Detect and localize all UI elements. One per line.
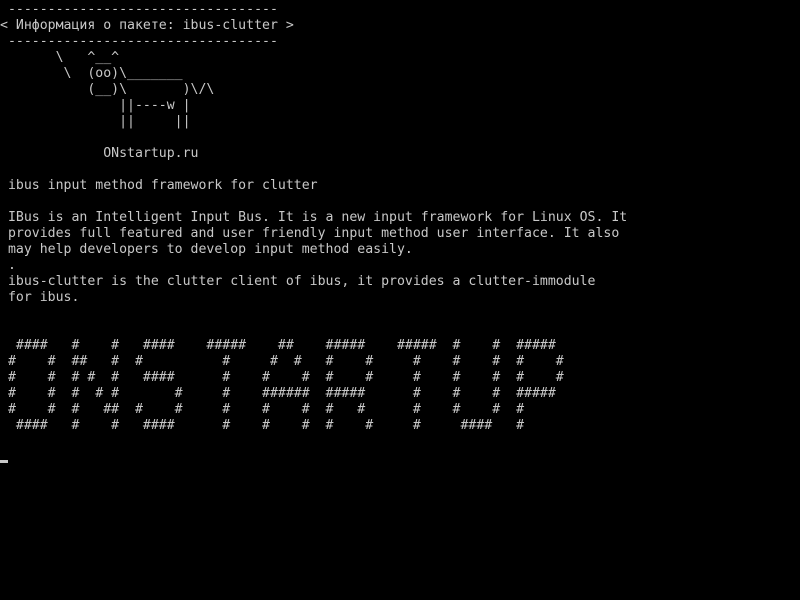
terminal-line: for ibus. [0, 290, 80, 305]
terminal-output: ---------------------------------- < Инфо… [0, 2, 627, 434]
terminal-line: ONstartup.ru [0, 146, 199, 161]
terminal-line: ---------------------------------- [0, 34, 278, 49]
terminal-line: provides full featured and user friendly… [0, 226, 620, 241]
terminal-line: (__)\ )\/\ [0, 82, 215, 97]
terminal-line: \ (oo)\_______ [0, 66, 183, 81]
terminal-line: ibus-clutter is the clutter client of ib… [0, 274, 596, 289]
terminal-line: < Информация о пакете: ibus-clutter > [0, 18, 294, 33]
terminal-screen[interactable]: ---------------------------------- < Инфо… [0, 0, 800, 600]
terminal-line: # # ## # # # # # # # # # # # # [0, 354, 564, 369]
terminal-line: # # # # # #### # # # # # # # # # # [0, 370, 564, 385]
terminal-line: IBus is an Intelligent Input Bus. It is … [0, 210, 628, 225]
text-cursor [0, 460, 8, 463]
terminal-line: \ ^__^ [0, 50, 120, 65]
terminal-line: ||----w | [0, 98, 191, 113]
terminal-line: . [0, 258, 16, 273]
terminal-line: ---------------------------------- [0, 2, 278, 17]
terminal-line: ibus input method framework for clutter [0, 178, 318, 193]
terminal-line: #### # # #### # # # # # # #### # [0, 418, 525, 433]
terminal-line: # # # ## # # # # # # # # # # # [0, 402, 525, 417]
terminal-line: # # # # # # # ###### ##### # # # ##### [0, 386, 556, 401]
terminal-line: || || [0, 114, 191, 129]
terminal-line: may help developers to develop input met… [0, 242, 413, 257]
terminal-line: #### # # #### ##### ## ##### ##### # # #… [0, 338, 556, 353]
